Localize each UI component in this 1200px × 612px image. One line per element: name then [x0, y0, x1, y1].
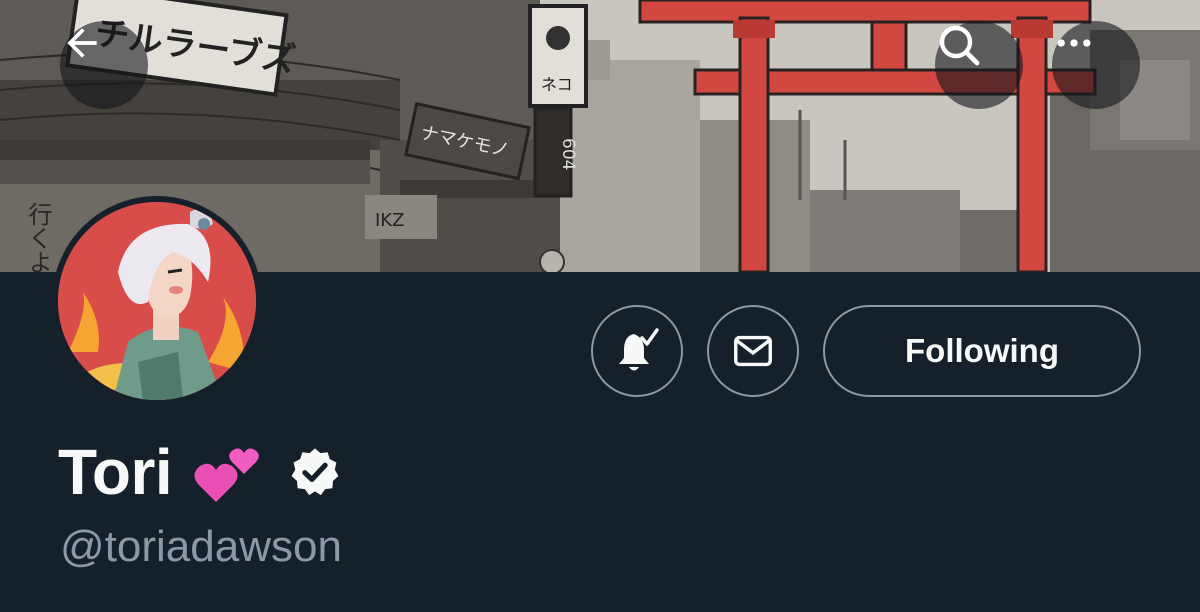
search-icon: [939, 25, 980, 66]
more-options-button[interactable]: [1052, 21, 1140, 109]
svg-text:行くよ: 行くよ: [24, 202, 52, 272]
ikz-sign: IKZ: [365, 195, 437, 239]
verified-badge-icon[interactable]: [288, 445, 342, 499]
arrow-left-icon: [67, 28, 97, 58]
envelope-icon: [734, 335, 772, 367]
avatar[interactable]: [52, 196, 262, 406]
svg-text:604: 604: [558, 138, 578, 170]
avatar-image: [58, 202, 256, 400]
message-button[interactable]: [707, 305, 799, 397]
two-hearts-emoji: [194, 440, 262, 504]
search-button[interactable]: [935, 21, 1023, 109]
svg-text:ネコ: ネコ: [541, 75, 573, 94]
back-button[interactable]: [60, 21, 148, 109]
cat-sign: ネコ: [528, 4, 588, 108]
profile-screen: チルラーブズ ネコ 604 ナマケモノ IKZ 行くよ Following To…: [0, 0, 1200, 612]
bell-check-icon: [619, 328, 659, 371]
notifications-button[interactable]: [591, 305, 683, 397]
more-horizontal-icon: [1057, 39, 1091, 47]
display-name-row: Tori: [58, 432, 342, 512]
svg-text:IKZ: IKZ: [375, 210, 404, 231]
following-button[interactable]: Following: [823, 305, 1141, 397]
user-handle: @toriadawson: [60, 522, 342, 571]
vertical-sign: 行くよ: [24, 202, 52, 272]
number-sign: 604: [533, 106, 578, 198]
display-name: Tori: [58, 436, 173, 508]
